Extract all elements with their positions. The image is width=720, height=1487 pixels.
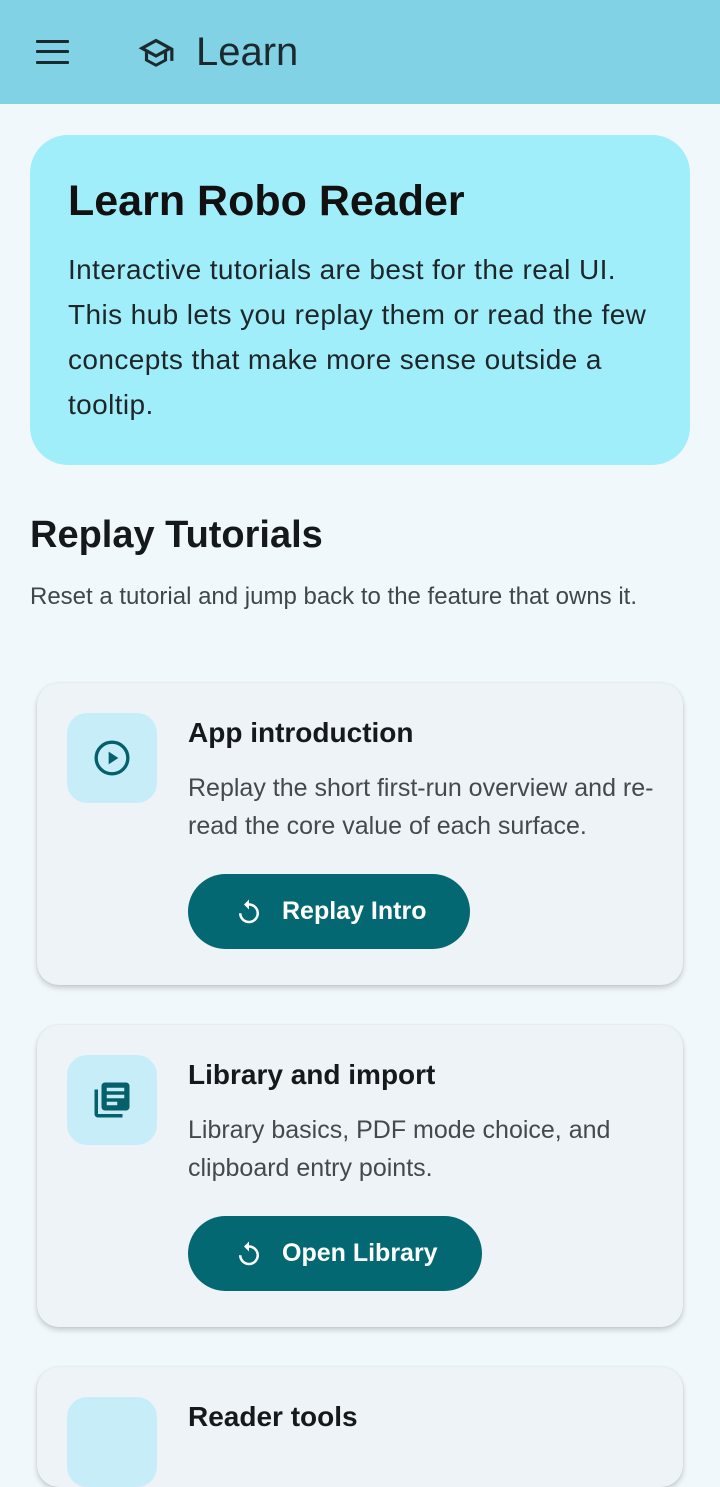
card-icon-tile: [67, 1055, 157, 1145]
card-title: App introduction: [188, 717, 414, 748]
card-icon-tile: [67, 1397, 157, 1487]
hero-title: Learn Robo Reader: [68, 177, 465, 225]
replay-icon: [239, 1241, 259, 1265]
button-label: Replay Intro: [282, 897, 427, 925]
tutorial-card-library-and-import: Library and import Library basics, PDF m…: [37, 1025, 683, 1327]
card-description: Replay the short first-run overview and …: [188, 774, 654, 840]
open-library-button[interactable]: Open Library: [188, 1216, 482, 1291]
tutorial-card-app-introduction: App introduction Replay the short first-…: [37, 683, 683, 985]
library-books-icon: [94, 1082, 130, 1118]
replay-icon: [239, 899, 259, 923]
graduation-cap-icon: [138, 38, 174, 67]
button-label: Open Library: [282, 1239, 438, 1267]
replay-intro-button[interactable]: Replay Intro: [188, 874, 471, 949]
menu-button[interactable]: [33, 38, 73, 68]
hero-description: Interactive tutorials are best for the r…: [68, 254, 647, 420]
card-description: Library basics, PDF mode choice, and cli…: [188, 1116, 611, 1182]
app-bar: Learn: [0, 0, 720, 104]
play-circle-icon: [94, 740, 130, 776]
tutorial-card-reader-tools: Reader tools: [37, 1367, 683, 1487]
card-title: Library and import: [188, 1059, 436, 1090]
hero-card: Learn Robo Reader Interactive tutorials …: [30, 135, 690, 465]
card-title: Reader tools: [188, 1401, 358, 1432]
section-title: Replay Tutorials: [30, 514, 323, 556]
section-subtitle: Reset a tutorial and jump back to the fe…: [30, 583, 638, 610]
hamburger-menu-icon: [36, 40, 69, 43]
card-icon-tile: [67, 713, 157, 803]
page-title: Learn: [196, 30, 299, 74]
